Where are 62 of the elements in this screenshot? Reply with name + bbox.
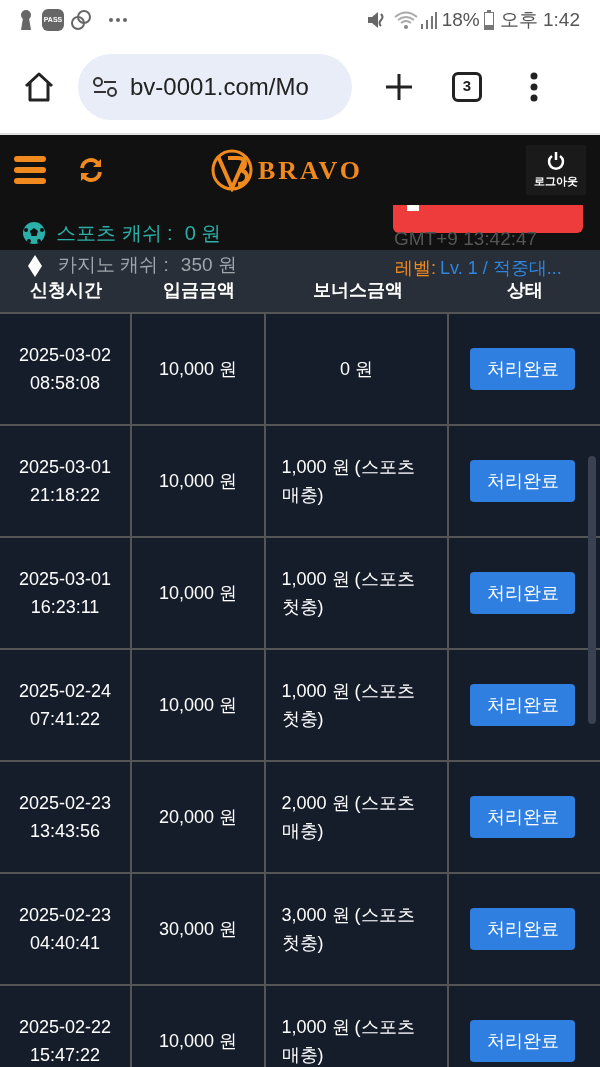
bonus-amount: 1,000 원 (스포츠 첫충) xyxy=(281,568,416,619)
refresh-icon[interactable] xyxy=(78,157,104,183)
server-clock: GMT+9 13:42:47 xyxy=(394,227,538,251)
url-text: bv-0001.com/Mo xyxy=(130,71,309,102)
deposit-amount: 30,000 원 xyxy=(158,917,238,941)
deposit-amount: 10,000 원 xyxy=(158,693,238,717)
bonus-amount: 1,000 원 (스포츠 매충) xyxy=(281,1016,416,1067)
battery-percent: 18% xyxy=(441,7,480,32)
brand-name: BRAVO xyxy=(258,154,364,187)
sports-cash-value: 0 원 xyxy=(184,221,222,246)
logout-button[interactable]: 로그아웃 xyxy=(526,145,586,195)
logo-icon xyxy=(210,148,254,192)
date-time-text: 2025-02-24 07:41:22 xyxy=(18,680,112,731)
new-tab-icon[interactable] xyxy=(384,71,414,102)
column-header: 상태 xyxy=(506,279,543,302)
site-settings-icon[interactable] xyxy=(92,76,118,97)
column-header: 신청시간 xyxy=(30,279,102,302)
wifi-icon xyxy=(393,10,420,30)
date-time-text: 2025-02-23 13:43:56 xyxy=(18,792,112,843)
bonus-amount: 1,000 원 (스포츠 매충) xyxy=(281,456,416,507)
casino-cash-value: 350 원 xyxy=(180,253,237,277)
column-header: 입금금액 xyxy=(163,279,235,302)
status-button[interactable]: 처리완료 xyxy=(470,348,575,390)
casino-cash-label: 카지노 캐쉬 : xyxy=(58,253,169,277)
power-icon xyxy=(546,150,566,171)
date-time-text: 2025-03-02 08:58:08 xyxy=(18,344,112,395)
status-time: 오후 1:42 xyxy=(499,7,580,32)
status-button[interactable]: 처리완료 xyxy=(470,1020,575,1062)
menu-icon[interactable] xyxy=(14,154,46,186)
bonus-amount: 3,000 원 (스포츠 첫충) xyxy=(281,904,416,955)
status-button[interactable]: 처리완료 xyxy=(470,908,575,950)
bonus-amount: 2,000 원 (스포츠 매충) xyxy=(281,792,416,843)
battery-icon xyxy=(483,10,494,30)
deposit-amount: 20,000 원 xyxy=(158,805,238,829)
keyhole-icon xyxy=(20,10,32,30)
more-icon xyxy=(108,17,128,23)
status-button[interactable]: 처리완료 xyxy=(470,796,575,838)
diamond-icon xyxy=(28,255,42,277)
bonus-amount: 0 원 xyxy=(340,357,373,381)
deposit-amount: 10,000 원 xyxy=(158,581,238,605)
deposit-amount: 10,000 원 xyxy=(158,357,238,381)
status-button[interactable]: 처리완료 xyxy=(470,684,575,726)
date-time-text: 2025-03-01 21:18:22 xyxy=(18,456,112,507)
deposit-amount: 10,000 원 xyxy=(158,469,238,493)
tab-count-button[interactable]: 3 xyxy=(452,71,482,102)
link-icon xyxy=(70,9,92,31)
bonus-amount: 1,000 원 (스포츠 첫충) xyxy=(281,680,416,731)
level-label: 레벨: xyxy=(395,257,436,280)
home-icon[interactable] xyxy=(22,70,56,103)
signal-icon xyxy=(419,10,438,30)
level-value: Lv. 1 / 적중대... xyxy=(440,257,562,280)
date-time-text: 2025-03-01 16:23:11 xyxy=(18,568,112,619)
column-header: 보너스금액 xyxy=(312,279,403,302)
sports-cash-label: 스포츠 캐쉬 : xyxy=(56,221,173,246)
date-time-text: 2025-02-22 15:47:22 xyxy=(18,1016,112,1067)
status-button[interactable]: 처리완료 xyxy=(470,572,575,614)
date-time-text: 2025-02-23 04:40:41 xyxy=(18,904,112,955)
soccer-ball-icon xyxy=(22,221,46,245)
address-bar[interactable]: bv-0001.com/Mo xyxy=(78,53,352,120)
status-button[interactable]: 처리완료 xyxy=(470,460,575,502)
menu-icon[interactable] xyxy=(530,71,538,102)
deposit-amount: 10,000 원 xyxy=(158,1029,238,1053)
